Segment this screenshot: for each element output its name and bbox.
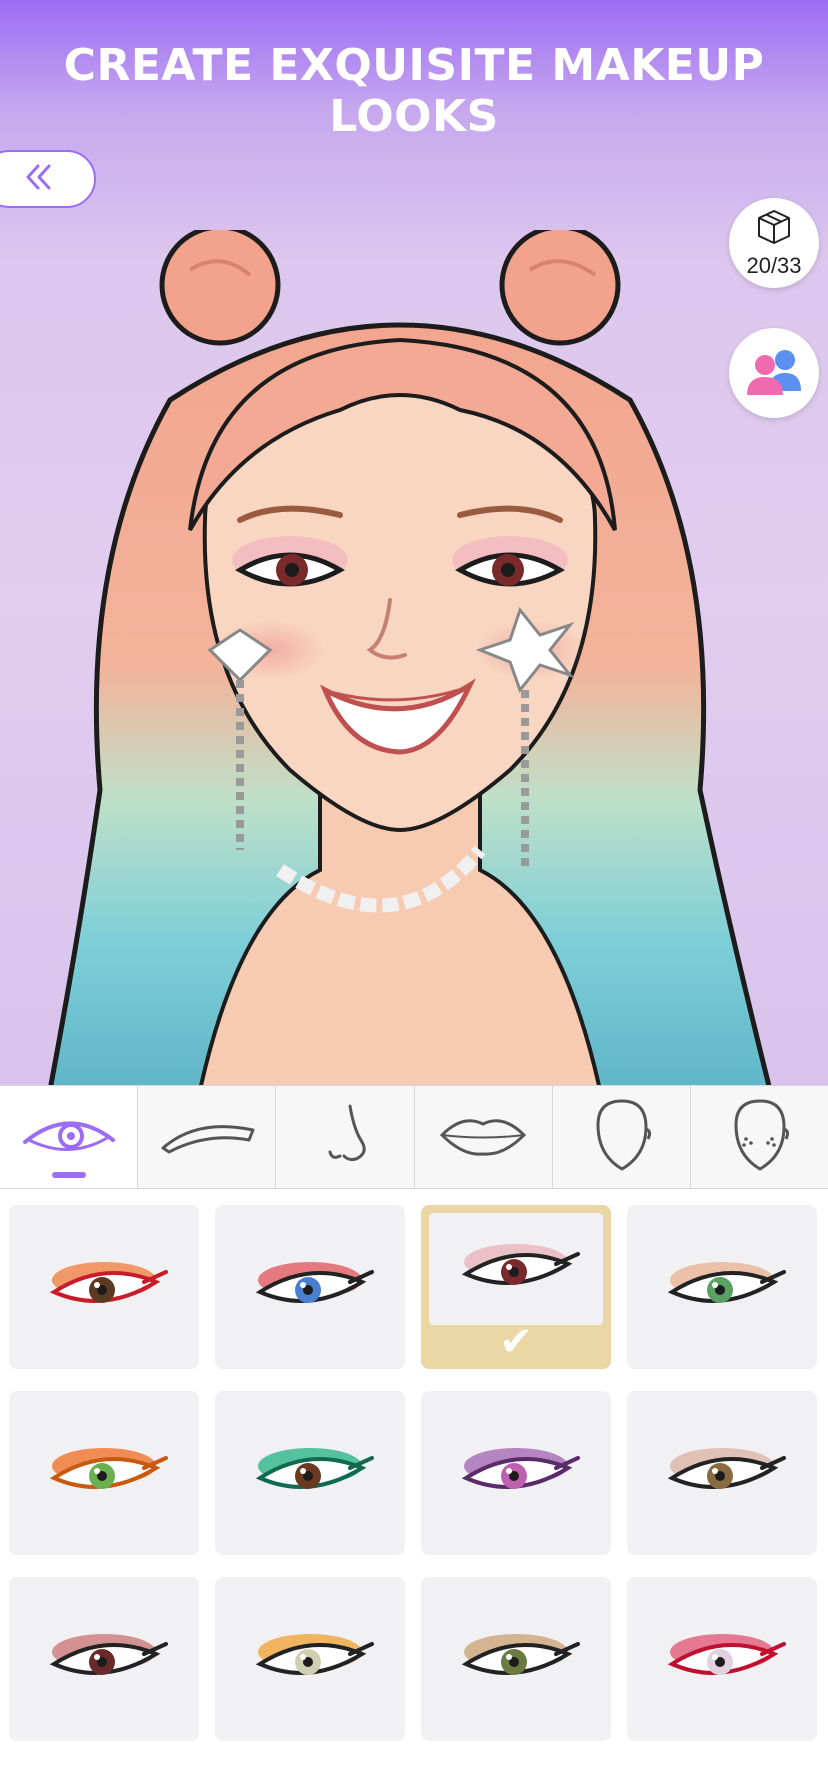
tab-freckles[interactable] — [690, 1086, 828, 1188]
tab-lips[interactable] — [414, 1086, 553, 1188]
tab-eyes[interactable] — [0, 1086, 139, 1188]
active-tab-indicator — [51, 1172, 86, 1178]
lips-icon — [438, 1110, 528, 1165]
eye-style-option[interactable] — [627, 1205, 817, 1369]
eye-style-option[interactable] — [9, 1205, 199, 1369]
tab-face[interactable] — [552, 1086, 691, 1188]
eye-style-option[interactable] — [215, 1205, 405, 1369]
eye-icon — [19, 1110, 119, 1165]
freckles-face-icon — [724, 1095, 794, 1180]
eye-makeup-icon — [667, 1634, 786, 1675]
eye-style-option[interactable] — [9, 1391, 199, 1555]
tab-brows[interactable] — [138, 1086, 277, 1188]
eye-makeup-icon — [461, 1244, 580, 1285]
eye-style-option[interactable] — [215, 1577, 405, 1741]
eye-style-grid: ✔ — [0, 1205, 828, 1741]
eyebrow-icon — [157, 1110, 257, 1165]
eye-makeup-icon — [255, 1448, 374, 1489]
double-chevron-left-icon — [24, 162, 54, 197]
nose-icon — [310, 1100, 380, 1175]
eye-makeup-icon — [255, 1634, 374, 1675]
eye-style-option[interactable] — [421, 1577, 611, 1741]
eye-makeup-icon — [461, 1634, 580, 1675]
back-button[interactable] — [0, 150, 96, 208]
eye-style-option[interactable] — [421, 1391, 611, 1555]
page-title: CREATE EXQUISITE MAKEUP LOOKS — [63, 40, 765, 142]
tab-nose[interactable] — [276, 1086, 415, 1188]
eye-style-option[interactable] — [627, 1391, 817, 1555]
eye-makeup-icon — [49, 1634, 168, 1675]
feature-tabs — [0, 1085, 828, 1189]
eye-makeup-icon — [667, 1262, 786, 1303]
checkmark-icon: ✔ — [499, 1319, 533, 1365]
eye-makeup-icon — [49, 1448, 168, 1489]
face-shape-icon — [586, 1095, 656, 1180]
eye-makeup-icon — [255, 1262, 374, 1303]
eye-style-option[interactable] — [9, 1577, 199, 1741]
eye-style-preview — [429, 1213, 603, 1325]
eye-style-option[interactable] — [215, 1391, 405, 1555]
character-stage: CREATE EXQUISITE MAKEUP LOOKS 20/33 — [0, 0, 828, 1085]
eye-style-option[interactable] — [627, 1577, 817, 1741]
character-portrait — [40, 224, 780, 1085]
eye-makeup-icon — [461, 1448, 580, 1489]
eye-style-option-selected[interactable]: ✔ — [421, 1205, 611, 1369]
eye-makeup-icon — [49, 1262, 168, 1303]
eye-makeup-icon — [667, 1448, 786, 1489]
